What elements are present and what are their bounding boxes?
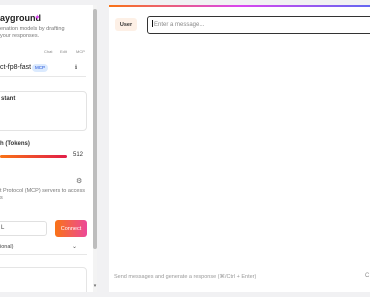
- mcp-description: t Protocol (MCP) servers to access s: [0, 188, 88, 202]
- info-icon[interactable]: ℹ: [75, 64, 77, 71]
- settings-panel: ayground ✦ enation models by drafting yo…: [0, 5, 97, 292]
- model-selector[interactable]: ct-fp8-fast MCP ℹ: [0, 58, 86, 77]
- mcp-url-value: L: [1, 225, 5, 231]
- capability-chat: Chat: [44, 49, 53, 54]
- description-line-1: enation models by drafting: [0, 26, 65, 32]
- footer-hint: Send messages and generate a response (⌘…: [114, 274, 257, 280]
- model-name: ct-fp8-fast: [0, 64, 32, 71]
- message-input[interactable]: Enter a message...: [147, 16, 370, 34]
- accent-bar: [109, 5, 370, 7]
- capability-row: Chat Edit MCP: [0, 49, 88, 55]
- slider-fill: [0, 155, 67, 158]
- description-line-2: your responses.: [0, 33, 40, 39]
- capability-mcp: MCP: [76, 49, 85, 54]
- scrollbar-thumb[interactable]: [93, 9, 97, 249]
- max-tokens-label: h (Tokens): [0, 141, 30, 147]
- capability-edit: Edit: [60, 49, 67, 54]
- bottom-field[interactable]: [0, 267, 87, 292]
- text-caret: [152, 20, 153, 27]
- max-tokens-value: 512: [73, 152, 84, 158]
- chat-panel: User Enter a message... Send messages an…: [109, 5, 370, 292]
- panel-scrollbar[interactable]: [93, 5, 97, 292]
- system-message-field[interactable]: stant: [0, 91, 87, 131]
- optional-select-label: ional): [0, 244, 14, 250]
- footer-right-text: C: [365, 273, 370, 279]
- mcp-description-line-2: s: [0, 195, 3, 201]
- connect-button[interactable]: Connect: [55, 220, 87, 237]
- chevron-down-icon: ⌄: [72, 244, 78, 250]
- optional-select[interactable]: ional) ⌄: [0, 241, 87, 255]
- panel-description: enation models by drafting your response…: [0, 26, 88, 40]
- system-message-label: stant: [1, 96, 16, 102]
- max-tokens-slider[interactable]: [0, 155, 67, 158]
- gear-icon[interactable]: ⚙: [76, 177, 82, 185]
- mcp-description-line-1: t Protocol (MCP) servers to access: [0, 188, 85, 194]
- scroll-down-arrow-icon[interactable]: ▾: [93, 283, 97, 289]
- mcp-badge: MCP: [32, 64, 48, 72]
- mcp-url-input[interactable]: L: [0, 221, 47, 236]
- role-toggle-button[interactable]: User: [115, 18, 137, 31]
- message-placeholder: Enter a message...: [154, 22, 205, 28]
- sparkle-icon: ✦: [34, 13, 41, 22]
